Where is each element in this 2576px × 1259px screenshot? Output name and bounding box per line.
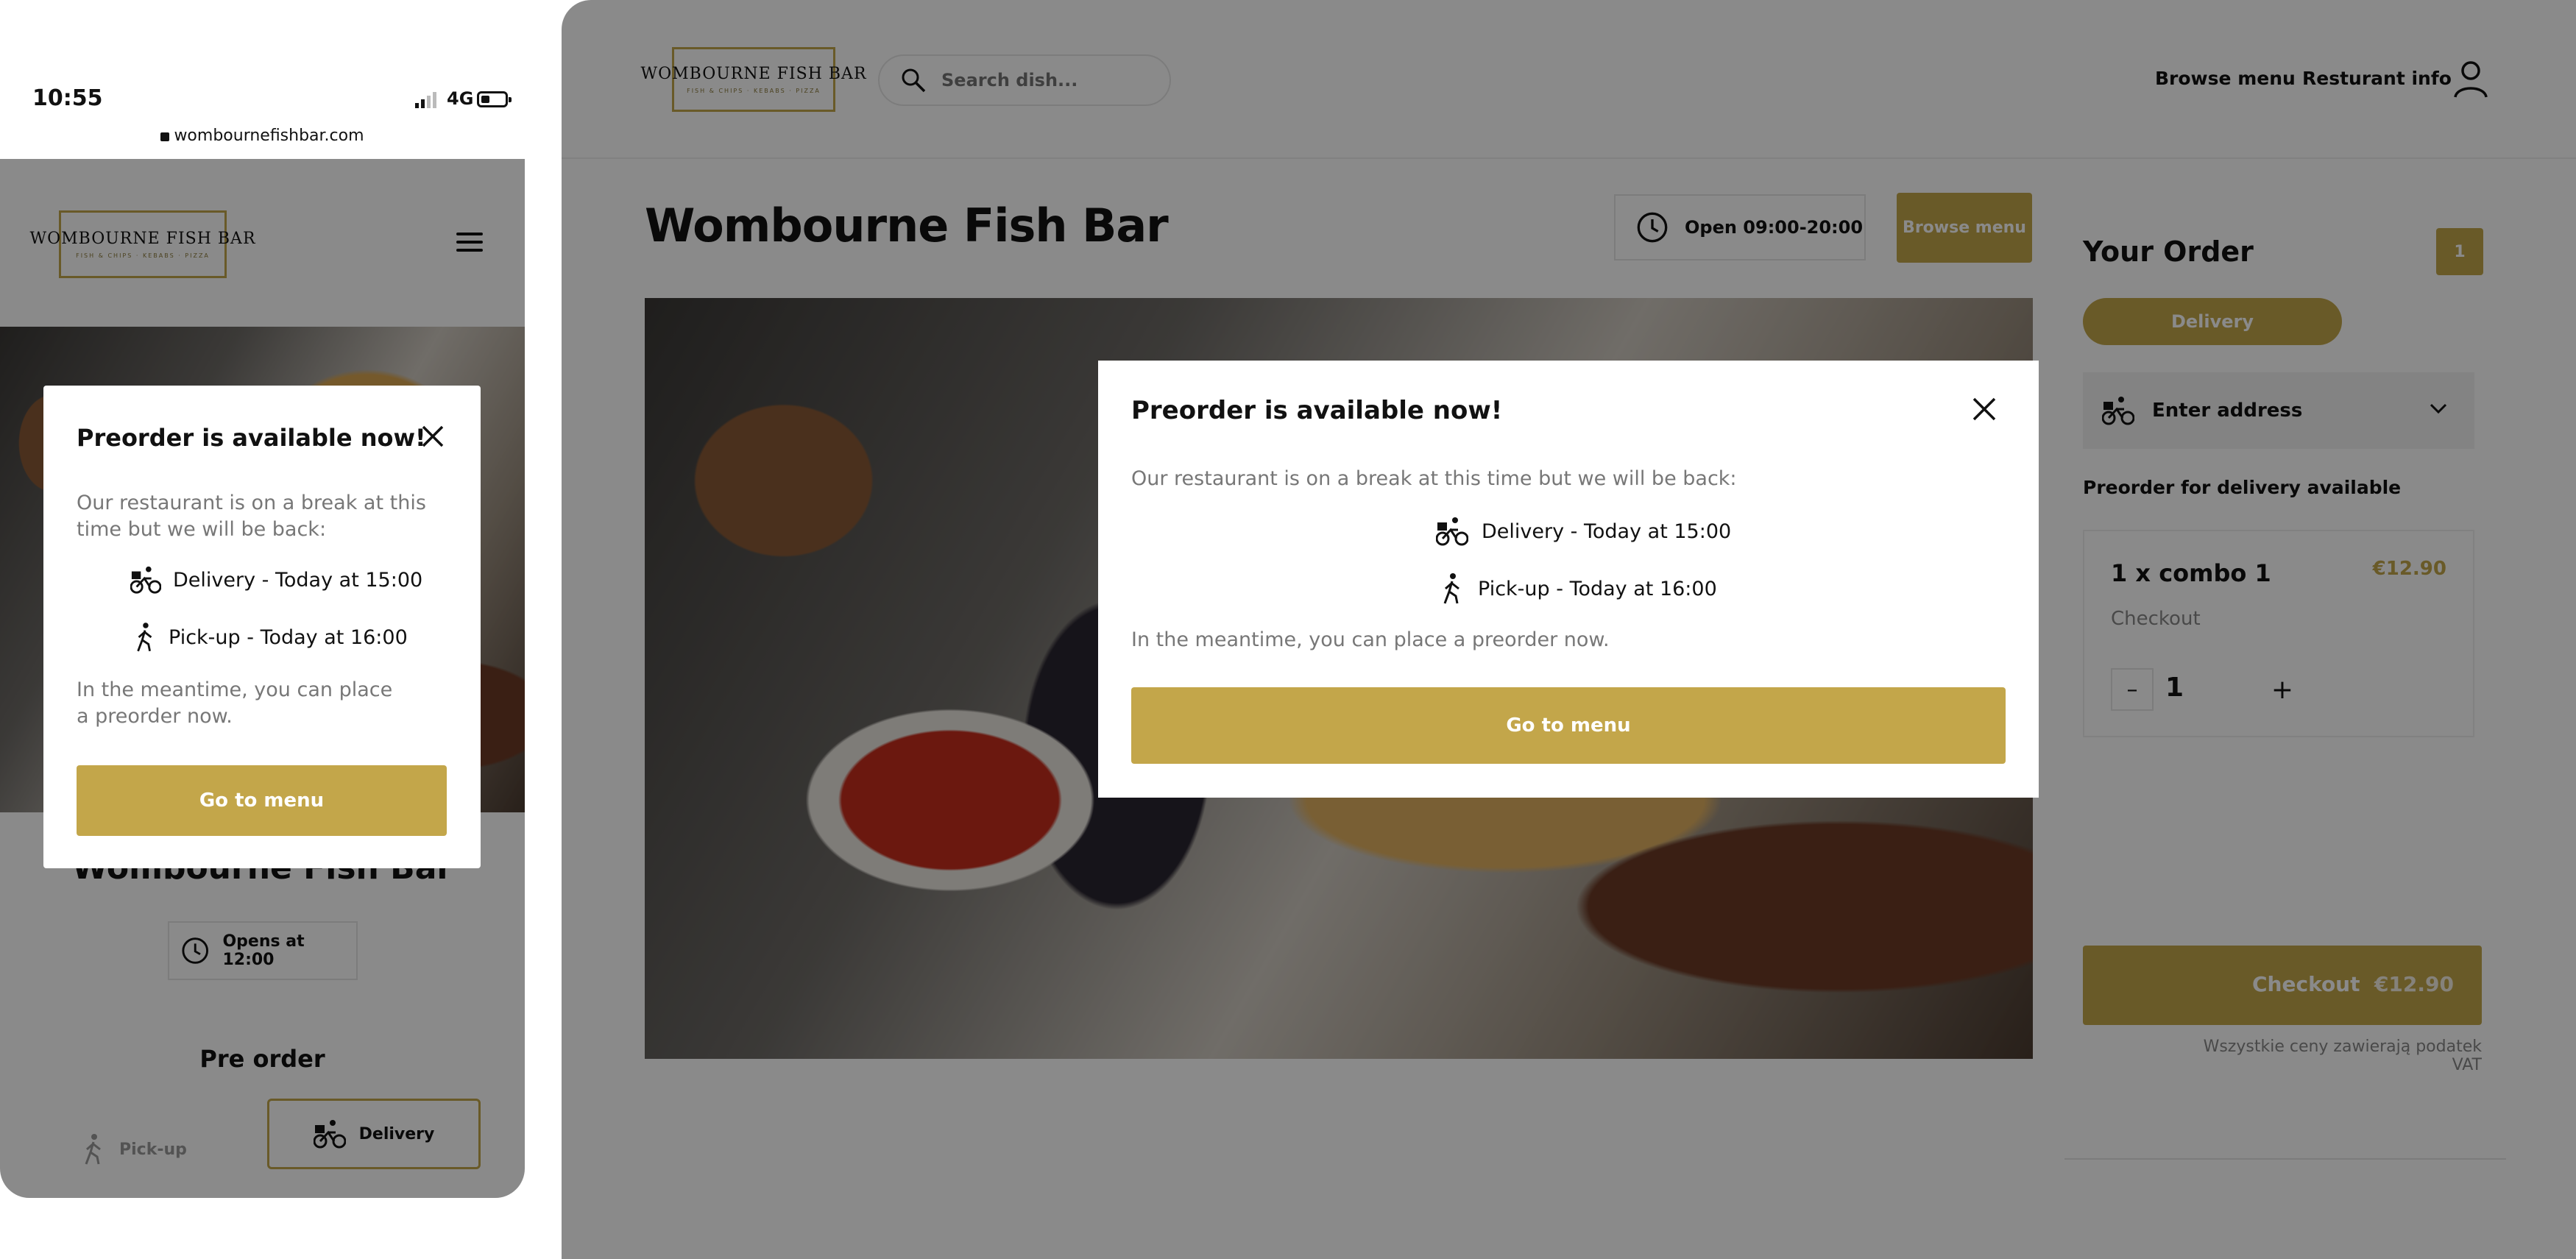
- close-icon[interactable]: [420, 424, 445, 449]
- delivery-bike-icon: [1436, 517, 1468, 546]
- go-to-menu-button[interactable]: Go to menu: [77, 765, 447, 836]
- walking-person-icon: [1443, 573, 1459, 604]
- pickup-time-text: Pick-up - Today at 16:00: [169, 625, 408, 649]
- close-icon[interactable]: [1971, 396, 1998, 422]
- mobile-screen: 10:55 4G wombournefishbar.com WOMBOURNE …: [0, 0, 525, 1198]
- battery-icon: [477, 91, 512, 107]
- mobile-status-bar: 10:55 4G: [0, 0, 525, 127]
- pickup-time-row: Pick-up - Today at 16:00: [133, 621, 408, 653]
- walking-person-icon: [137, 623, 152, 652]
- modal-meantime-text: In the meantime, you can place a preorde…: [77, 678, 393, 728]
- url-text: wombournefishbar.com: [174, 127, 364, 145]
- preorder-modal: Preorder is available now! Our restauran…: [43, 386, 481, 868]
- go-to-menu-button[interactable]: Go to menu: [1131, 687, 2006, 764]
- delivery-time-text: Delivery - Today at 15:00: [1482, 519, 1732, 543]
- modal-title: Preorder is available now!: [1131, 396, 1503, 425]
- modal-meantime-text: In the meantime, you can place a preorde…: [1131, 628, 1610, 651]
- browser-url-bar[interactable]: wombournefishbar.com: [0, 127, 525, 159]
- pickup-time-text: Pick-up - Today at 16:00: [1478, 577, 1717, 600]
- status-time: 10:55: [32, 85, 103, 111]
- preorder-modal: Preorder is available now! Our restauran…: [1098, 361, 2039, 798]
- modal-break-text: Our restaurant is on a break at this tim…: [77, 492, 426, 541]
- signal-icon: [415, 92, 436, 108]
- modal-break-text: Our restaurant is on a break at this tim…: [1131, 467, 1737, 490]
- lock-icon: [160, 132, 170, 141]
- delivery-time-row: Delivery - Today at 15:00: [1436, 517, 1731, 546]
- modal-title: Preorder is available now!: [77, 424, 426, 452]
- delivery-bike-icon: [130, 566, 161, 594]
- network-type: 4G: [447, 88, 474, 109]
- desktop-screen: WOMBOURNE FISH BAR FISH & CHIPS · KEBABS…: [562, 0, 2576, 1259]
- delivery-time-row: Delivery - Today at 15:00: [130, 565, 422, 595]
- pickup-time-row: Pick-up - Today at 16:00: [1440, 572, 1717, 605]
- delivery-time-text: Delivery - Today at 15:00: [173, 568, 423, 592]
